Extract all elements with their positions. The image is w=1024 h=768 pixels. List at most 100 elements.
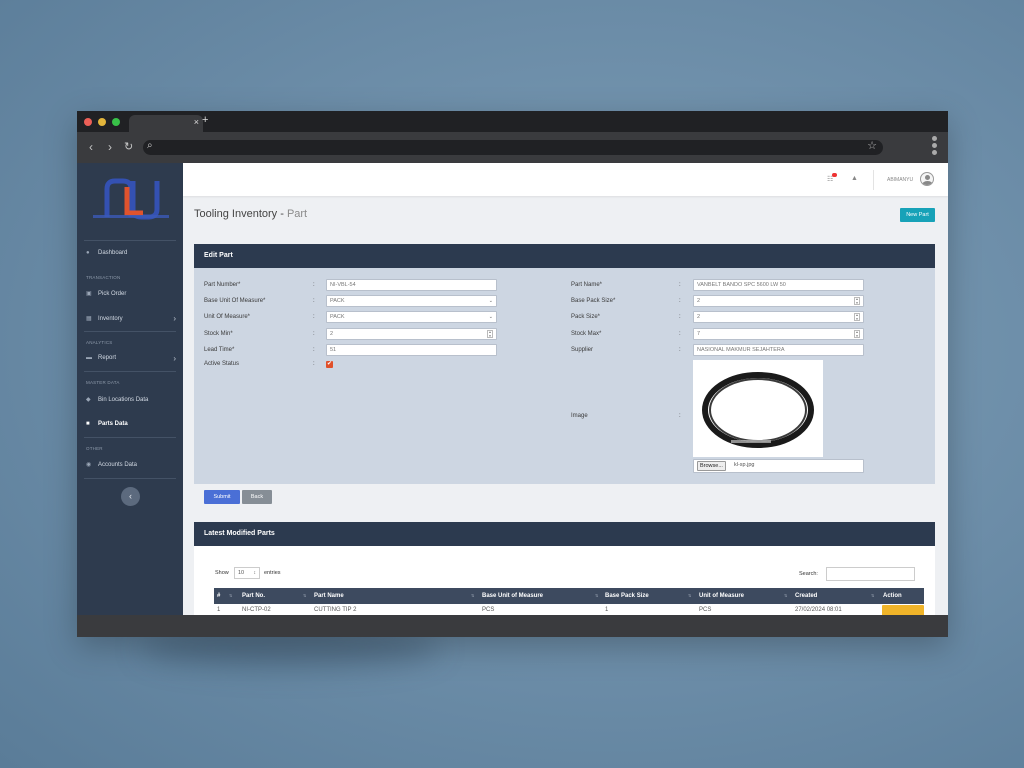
col-action: Action <box>883 593 902 599</box>
close-icon[interactable]: × <box>194 117 199 127</box>
supplier-label: Supplier <box>571 347 594 353</box>
vbelt-image <box>702 372 814 448</box>
sidebar-section-master-data: MASTER DATA <box>86 380 120 385</box>
tag-icon: ◆ <box>86 397 91 403</box>
sidebar-item-label: Accounts Data <box>98 461 138 468</box>
colon: : <box>313 347 315 353</box>
back-arrow-icon[interactable]: ‹ <box>89 140 93 154</box>
stepper-icon[interactable]: ▴ ▾ <box>854 313 860 321</box>
browser-window: × + ‹ › ↻ ⌕ ☆ ● Dashboard TRANSACTION ▣ … <box>77 111 948 637</box>
sidebar-item-parts-data[interactable]: ■ Parts Data <box>86 421 176 427</box>
lead-time-field[interactable]: 51 <box>326 344 497 356</box>
part-number-field[interactable]: NI-VBL-54 <box>326 279 497 291</box>
divider <box>873 170 874 190</box>
col-created[interactable]: Created <box>795 588 817 604</box>
back-button[interactable]: Back <box>242 490 272 504</box>
colon: : <box>679 298 681 304</box>
sidebar-item-dashboard[interactable]: ● Dashboard <box>86 250 176 256</box>
collapse-sidebar-button[interactable]: ‹ <box>121 487 140 506</box>
base-uom-select[interactable]: PACK ⌄ <box>326 295 497 307</box>
uom-select[interactable]: PACK ⌄ <box>326 311 497 323</box>
new-part-button[interactable]: New Part <box>900 208 935 222</box>
field-value: 2 <box>330 331 334 337</box>
sort-icon[interactable]: ⇅ <box>784 588 787 604</box>
page-subtitle: Part <box>286 208 308 220</box>
dashboard-icon: ● <box>86 250 90 256</box>
cart-icon[interactable]: ☷ <box>827 173 837 183</box>
sort-icon[interactable]: ⇅ <box>595 588 598 604</box>
col-uom[interactable]: Unit of Measure <box>699 588 744 604</box>
sidebar-item-accounts-data[interactable]: ◉ Accounts Data <box>86 461 176 469</box>
col-base-uom[interactable]: Base Unit of Measure <box>482 588 543 604</box>
sidebar-item-inventory[interactable]: ▦ Inventory › <box>86 314 176 323</box>
sidebar-item-bin-locations[interactable]: ◆ Bin Locations Data <box>86 396 176 404</box>
lead-time-label: Lead Time* <box>204 347 235 353</box>
table-search-input[interactable] <box>826 567 915 581</box>
colon: : <box>313 331 315 337</box>
field-value: 2 <box>697 298 701 304</box>
pack-size-field[interactable]: 2 ▴ ▾ <box>693 311 864 323</box>
active-status-checkbox[interactable]: ✔ <box>326 361 333 368</box>
entries-select[interactable]: 10 ↕ <box>234 567 260 579</box>
uom-label: Unit Of Measure* <box>204 314 251 320</box>
colon: : <box>313 361 315 367</box>
colon: : <box>679 413 681 419</box>
chevron-down-icon: ⌄ <box>488 314 493 320</box>
active-status-label: Active Status <box>204 361 240 367</box>
sidebar-item-label: Dashboard <box>98 250 128 256</box>
sidebar-item-pick-order[interactable]: ▣ Pick Order <box>86 290 176 298</box>
close-window-dot[interactable] <box>84 118 92 126</box>
browser-tab[interactable]: × <box>129 115 203 132</box>
sidebar-item-label: Bin Locations Data <box>98 396 149 403</box>
sort-icon[interactable]: ⇅ <box>871 588 874 604</box>
submit-button[interactable]: Submit <box>204 490 240 504</box>
base-uom-label: Base Unit Of Measure* <box>204 298 266 304</box>
notification-badge <box>832 173 837 177</box>
image-file-input[interactable]: Browse... kl-sp.jpg <box>693 459 864 473</box>
users-icon: ◉ <box>86 462 92 468</box>
base-pack-size-label: Base Pack Size* <box>571 298 616 304</box>
sort-icon[interactable]: ⇅ <box>229 588 232 604</box>
part-name-field[interactable]: VANBELT BANDO SPC 5600 LW 50 <box>693 279 864 291</box>
username[interactable]: ABIMANYU <box>887 177 913 183</box>
stock-min-field[interactable]: 2 ▴ ▾ <box>326 328 497 340</box>
col-part-name[interactable]: Part Name <box>314 588 344 604</box>
avatar[interactable] <box>920 172 934 186</box>
field-value: 2 <box>697 314 701 320</box>
browser-menu-icon[interactable] <box>932 136 938 157</box>
new-tab-button[interactable]: + <box>202 114 208 126</box>
browse-button[interactable]: Browse... <box>697 461 726 471</box>
bookmark-star-icon[interactable]: ☆ <box>867 139 877 152</box>
search-label: Search: <box>799 571 818 577</box>
sidebar: ● Dashboard TRANSACTION ▣ Pick Order ▦ I… <box>77 163 183 615</box>
select-value: PACK <box>330 298 345 304</box>
part-name-label: Part Name* <box>571 282 603 288</box>
col-part-no[interactable]: Part No. <box>242 588 265 604</box>
maximize-window-dot[interactable] <box>112 118 120 126</box>
col-number[interactable]: # <box>217 588 220 604</box>
address-bar[interactable]: ⌕ ☆ <box>143 140 883 155</box>
col-base-pack-size[interactable]: Base Pack Size <box>605 588 649 604</box>
cell-part-name: CUTTING TIP 2 <box>314 607 357 613</box>
sort-icon[interactable]: ⇅ <box>303 588 306 604</box>
sort-icon[interactable]: ⇅ <box>688 588 691 604</box>
pack-size-label: Pack Size* <box>571 314 601 320</box>
sidebar-item-report[interactable]: ▬ Report › <box>86 354 176 363</box>
base-pack-size-field[interactable]: 2 ▴ ▾ <box>693 295 864 307</box>
reload-icon[interactable]: ↻ <box>124 140 133 153</box>
part-image <box>693 360 823 457</box>
cell-base-pack-size: 1 <box>605 607 609 613</box>
stepper-icon[interactable]: ▴ ▾ <box>854 297 860 305</box>
stepper-icon[interactable]: ▴ ▾ <box>487 330 493 338</box>
chevron-right-icon: › <box>173 314 176 323</box>
colon: : <box>313 314 315 320</box>
stock-max-field[interactable]: 7 ▴ ▾ <box>693 328 864 340</box>
minimize-window-dot[interactable] <box>98 118 106 126</box>
search-icon: ⌕ <box>147 140 153 151</box>
forward-arrow-icon[interactable]: › <box>108 140 112 154</box>
stepper-icon[interactable]: ▴ ▾ <box>854 330 860 338</box>
sort-icon[interactable]: ⇅ <box>471 588 474 604</box>
bell-icon[interactable]: ▲ <box>851 175 858 182</box>
supplier-field[interactable]: NASIONAL MAKMUR SEJAHTERA <box>693 344 864 356</box>
cell-part-no: NI-CTP-02 <box>242 607 271 613</box>
